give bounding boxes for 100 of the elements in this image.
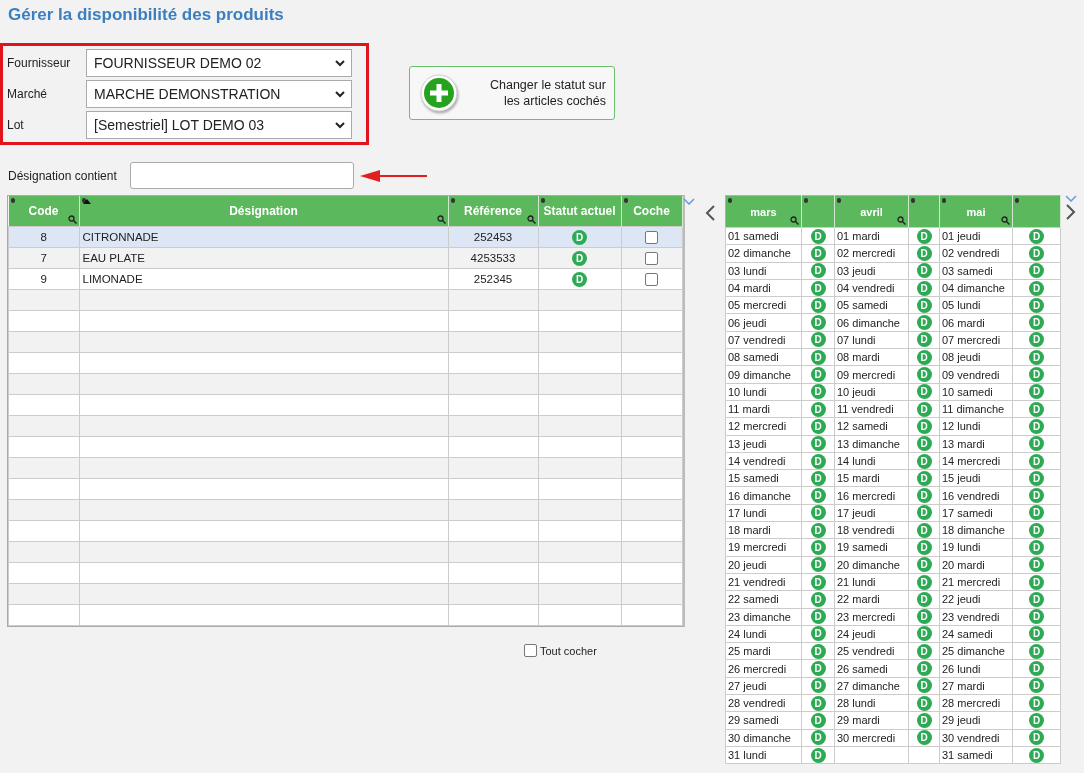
- table-cell: 11 mardi: [728, 403, 770, 416]
- table-cell: 17 samedi: [942, 506, 993, 519]
- change-status-button[interactable]: Changer le statut sur les articles cochés: [409, 66, 615, 120]
- table-cell: 15 mardi: [837, 472, 880, 485]
- chevron-down-icon: [335, 59, 345, 67]
- column-header[interactable]: Code: [8, 196, 79, 227]
- table-cell: 09 dimanche: [728, 368, 791, 381]
- table-cell: 16 dimanche: [728, 489, 791, 502]
- table-cell: 02 mercredi: [837, 247, 896, 260]
- table-cell: 13 dimanche: [837, 437, 900, 450]
- status-badge: D: [572, 250, 587, 266]
- table-cell: 05 mercredi: [728, 299, 787, 312]
- status-badge: D: [810, 522, 826, 538]
- table-row[interactable]: 9 LIMONADE 252345 D: [8, 268, 682, 290]
- pin-icon: [1015, 198, 1019, 203]
- table-cell: 18 vendredi: [837, 524, 895, 537]
- status-badge: D: [1029, 522, 1044, 538]
- table-cell: 21 mercredi: [942, 576, 1001, 589]
- table-row[interactable]: 8 CITRONNADE 252453 D: [8, 226, 682, 248]
- table-cell: 30 mercredi: [837, 731, 896, 744]
- status-badge: D: [810, 228, 826, 244]
- table-cell: 30 vendredi: [942, 731, 1000, 744]
- column-header[interactable]: Désignation: [79, 196, 448, 227]
- pin-icon: [942, 198, 946, 203]
- checkbox[interactable]: [645, 272, 658, 286]
- table-cell: 24 lundi: [728, 627, 767, 640]
- checkbox[interactable]: [524, 644, 537, 657]
- status-badge: D: [1029, 626, 1044, 642]
- pin-icon: [623, 198, 628, 203]
- status-badge: D: [810, 245, 826, 261]
- table-cell: 20 jeudi: [728, 558, 767, 571]
- dropdown-field[interactable]: MARCHE DEMONSTRATION: [86, 80, 352, 108]
- column-header[interactable]: Référence: [448, 196, 538, 227]
- chevron-down-icon[interactable]: [683, 198, 695, 205]
- search-icon: [1001, 216, 1010, 225]
- status-badge: D: [916, 730, 932, 746]
- status-badge: D: [1029, 695, 1044, 711]
- table-cell: 26 samedi: [837, 662, 888, 675]
- status-badge: D: [810, 418, 826, 434]
- status-badge: D: [916, 418, 932, 434]
- table-cell: 11 vendredi: [837, 403, 894, 416]
- status-badge: D: [1029, 332, 1044, 348]
- table-cell: 14 mercredi: [942, 455, 1001, 467]
- table-cell: 28 vendredi: [728, 697, 786, 710]
- status-badge: D: [916, 280, 932, 296]
- status-badge: D: [1029, 678, 1044, 694]
- column-header[interactable]: mars: [725, 195, 802, 228]
- column-header[interactable]: avril: [834, 195, 909, 228]
- table-row[interactable]: 7 EAU PLATE 4253533 D: [8, 247, 682, 269]
- status-badge: D: [810, 367, 826, 382]
- status-badge: D: [810, 401, 826, 417]
- chevron-left-icon[interactable]: [705, 205, 715, 221]
- status-badge: D: [916, 626, 932, 642]
- status-badge: D: [810, 661, 826, 677]
- search-icon: [67, 215, 77, 224]
- table-cell: 07 lundi: [837, 333, 876, 346]
- table-cell: 23 vendredi: [942, 610, 1000, 623]
- status-badge: D: [810, 488, 826, 504]
- arrow-left-icon: [360, 168, 428, 183]
- table-cell: 06 jeudi: [728, 316, 767, 329]
- dropdown-field[interactable]: [Semestriel] LOT DEMO 03: [86, 111, 352, 139]
- sort-arrow-icon: [82, 199, 91, 204]
- table-cell: 22 samedi: [728, 593, 779, 606]
- table-cell: 02 dimanche: [728, 247, 791, 260]
- table-cell: 10 lundi: [728, 385, 767, 398]
- checkbox[interactable]: [645, 230, 658, 244]
- table-cell: 20 mardi: [942, 558, 985, 571]
- table-cell: 31 samedi: [942, 749, 993, 762]
- status-badge: D: [810, 263, 826, 279]
- column-header[interactable]: Statut actuel: [538, 196, 621, 227]
- table-cell: 17 jeudi: [837, 506, 876, 519]
- status-badge: D: [916, 349, 932, 365]
- dropdown-field[interactable]: FOURNISSEUR DEMO 02: [86, 49, 352, 77]
- checkbox[interactable]: [645, 251, 658, 265]
- table-cell: 02 vendredi: [942, 247, 1000, 260]
- status-badge: D: [1029, 591, 1044, 607]
- status-badge: D: [916, 712, 932, 728]
- table-cell: 23 dimanche: [728, 610, 791, 623]
- chevron-down-icon[interactable]: [1065, 195, 1077, 202]
- status-badge: D: [916, 384, 932, 400]
- plus-circle-icon: [420, 74, 458, 112]
- table-cell: 10 samedi: [942, 385, 993, 398]
- status-badge: D: [1029, 418, 1044, 434]
- table-cell: 12 lundi: [942, 420, 981, 433]
- pin-icon: [728, 198, 732, 203]
- table-cell: 16 mercredi: [837, 489, 896, 502]
- status-badge: D: [1029, 367, 1044, 382]
- table-cell: 27 jeudi: [728, 679, 767, 692]
- table-cell: 17 lundi: [728, 506, 767, 519]
- column-header[interactable]: Coche: [621, 196, 682, 227]
- status-badge: D: [810, 747, 826, 763]
- status-badge: D: [810, 695, 826, 711]
- status-badge: D: [1029, 574, 1044, 590]
- search-field[interactable]: [130, 162, 354, 189]
- status-badge: D: [810, 453, 826, 469]
- chevron-right-icon[interactable]: [1066, 204, 1076, 220]
- status-badge: D: [810, 609, 826, 625]
- status-badge: D: [916, 522, 932, 538]
- table-cell: 24 jeudi: [837, 627, 876, 640]
- column-header[interactable]: mai: [939, 195, 1013, 228]
